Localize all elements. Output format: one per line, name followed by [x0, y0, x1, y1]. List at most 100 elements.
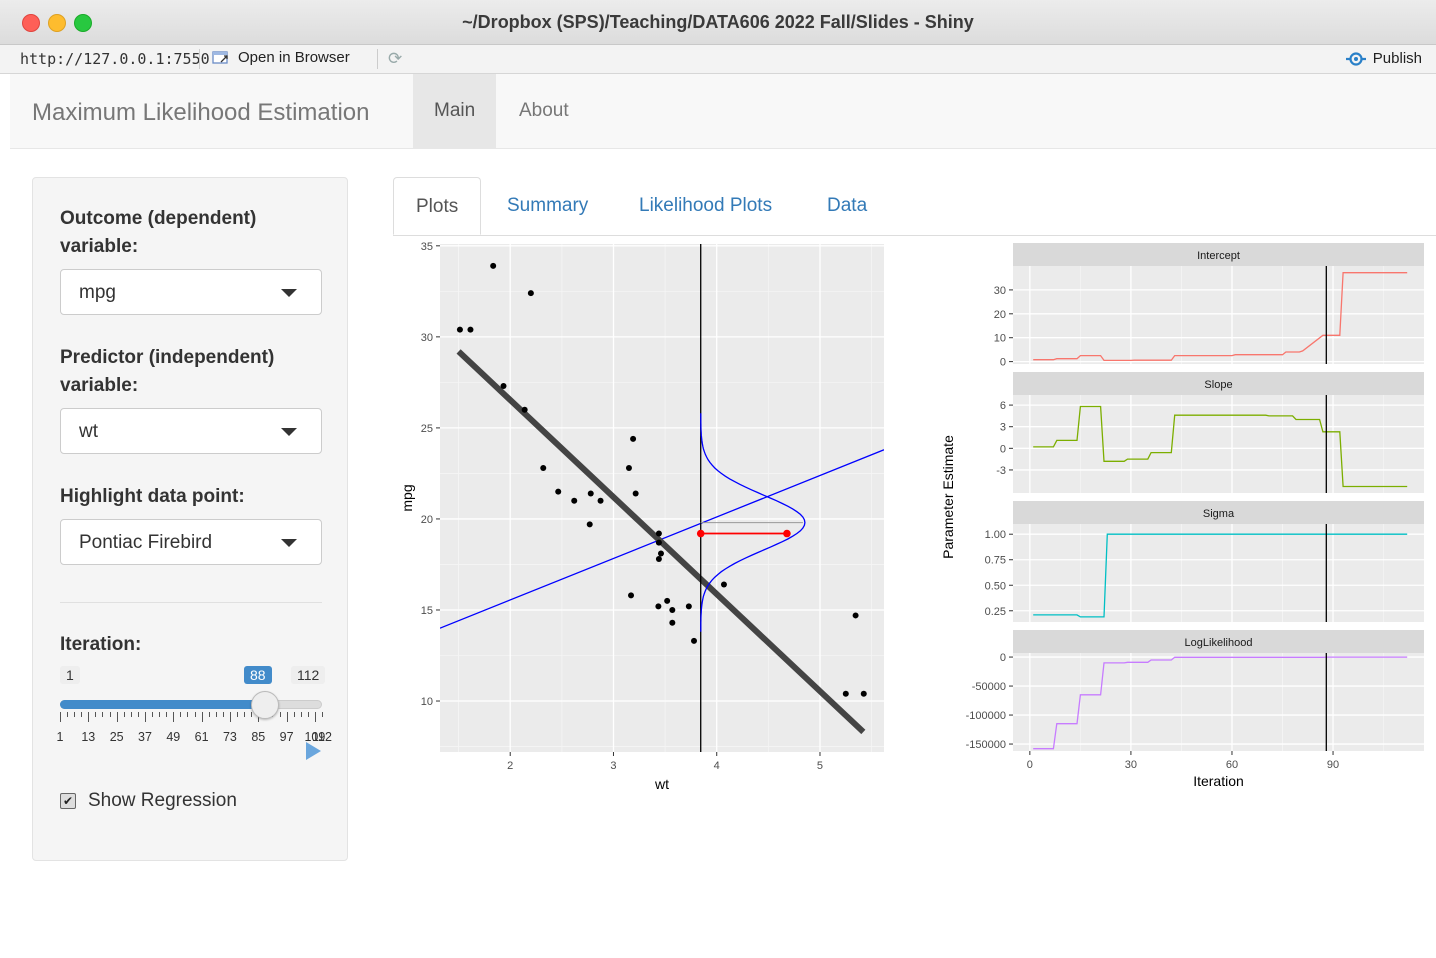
tab-summary[interactable]: Summary [485, 177, 610, 235]
data-point [587, 490, 594, 497]
data-point [720, 581, 727, 588]
slider-tick [229, 712, 231, 722]
highlight-select[interactable]: Pontiac Firebird [60, 519, 322, 565]
data-point [657, 550, 664, 557]
open-in-browser-button[interactable]: Open in Browser [212, 49, 350, 66]
data-point [625, 464, 632, 471]
slider-tick [173, 712, 175, 722]
slider-tick-label: 73 [222, 730, 237, 744]
iteration-label: Iteration: [60, 634, 142, 655]
data-point [669, 606, 676, 613]
data-point [655, 530, 662, 537]
slider-tick-label: 61 [194, 730, 209, 744]
y-tick-label: 0 [1000, 357, 1006, 369]
open-in-browser-label: Open in Browser [238, 49, 350, 66]
slider-tick [307, 712, 309, 717]
iteration-slider[interactable]: 1 88 112 1 13 25 37 49 61 73 85 97 109 112 [56, 666, 332, 760]
data-point [655, 603, 662, 610]
slider-tick [123, 712, 125, 717]
outcome-label-line2: variable: [60, 236, 139, 257]
facet-panel [1013, 653, 1424, 751]
nav-about[interactable]: About [498, 74, 590, 148]
url-display[interactable]: http://127.0.0.1:7550 [20, 50, 210, 68]
slider-tick [116, 712, 118, 722]
slider-tick [166, 712, 168, 717]
app-navbar: Maximum Likelihood Estimation Main About [10, 74, 1436, 149]
highlight-likelihood-point [783, 529, 791, 538]
x-tick-label: 4 [714, 760, 720, 772]
tab-data[interactable]: Data [805, 177, 889, 235]
y-tick-label: -150000 [966, 739, 1006, 751]
tab-likelihood-plots[interactable]: Likelihood Plots [617, 177, 794, 235]
slider-tick [144, 712, 146, 722]
outcome-label: Outcome (dependent) variable: [60, 205, 256, 261]
predictor-select[interactable]: wt [60, 408, 322, 454]
y-tick-label: 3 [1000, 422, 1006, 434]
slider-tick-label: 49 [166, 730, 181, 744]
window-titlebar: ~/Dropbox (SPS)/Teaching/DATA606 2022 Fa… [0, 0, 1436, 45]
facet-strip-label: Sigma [1203, 508, 1235, 520]
y-tick-label: 20 [994, 309, 1006, 321]
tab-plots[interactable]: Plots [393, 177, 481, 235]
chevron-down-icon [281, 539, 297, 547]
data-point [456, 326, 463, 333]
plot-panel [440, 244, 884, 752]
x-tick-label: 30 [1125, 759, 1137, 771]
data-point [630, 435, 637, 442]
highlight-label: Highlight data point: [60, 486, 245, 507]
window-title: ~/Dropbox (SPS)/Teaching/DATA606 2022 Fa… [462, 12, 974, 32]
slider-tick-label: 13 [81, 730, 96, 744]
slider-value-label: 88 [244, 666, 272, 684]
slider-tick [215, 712, 217, 717]
y-tick-label: -3 [996, 465, 1006, 477]
slider-tick [300, 712, 302, 717]
y-tick-label: 0.75 [985, 555, 1006, 567]
y-tick-label: 10 [994, 333, 1006, 345]
data-point [632, 490, 639, 497]
facet-strip-label: Intercept [1197, 250, 1240, 262]
slider-tick-label: 1 [56, 730, 64, 744]
slider-tick [180, 712, 182, 717]
data-point [597, 497, 604, 504]
toolbar-divider [199, 49, 200, 69]
y-tick-label: 6 [1000, 400, 1006, 412]
y-tick-label: 0.25 [985, 606, 1006, 618]
nav-main[interactable]: Main [413, 74, 497, 148]
slider-tick [67, 712, 69, 717]
x-tick-label: 2 [507, 760, 513, 772]
slider-tick-label: 85 [251, 730, 266, 744]
y-tick-label: 25 [421, 423, 433, 435]
slider-tick [208, 712, 210, 717]
sidebar-divider [60, 602, 322, 603]
y-tick-label: 30 [421, 332, 433, 344]
play-icon[interactable] [306, 742, 321, 760]
checkbox-icon[interactable]: ✔ [60, 793, 76, 809]
slider-tick [152, 712, 154, 717]
outcome-select[interactable]: mpg [60, 269, 322, 315]
data-point [555, 488, 562, 495]
viewer-toolbar: http://127.0.0.1:7550 Open in Browser ⟳ … [0, 45, 1436, 74]
slider-tick [279, 712, 281, 717]
data-point [467, 326, 474, 333]
y-tick-label: 1.00 [985, 529, 1006, 541]
slider-tick-label: 37 [138, 730, 152, 744]
slider-tick [81, 712, 83, 717]
show-regression-label: Show Regression [88, 790, 237, 811]
refresh-icon[interactable]: ⟳ [388, 49, 402, 69]
y-tick-label: 30 [994, 285, 1006, 297]
slider-tick [314, 712, 316, 722]
predictor-select-value: wt [79, 421, 98, 442]
y-tick-label: 35 [421, 241, 433, 253]
data-point [664, 597, 671, 604]
sidebar-panel: Outcome (dependent) variable: mpg Predic… [32, 177, 348, 861]
y-tick-label: -100000 [966, 710, 1006, 722]
app-brand[interactable]: Maximum Likelihood Estimation [32, 99, 369, 127]
slider-tick [88, 712, 90, 722]
predictor-label-line1: Predictor (independent) [60, 347, 275, 368]
show-regression-checkbox[interactable]: ✔ Show Regression [60, 790, 237, 812]
data-point [571, 497, 578, 504]
facet-panel [1013, 395, 1424, 493]
publish-button[interactable]: Publish [1345, 50, 1422, 67]
facet-panel [1013, 266, 1424, 364]
slider-tick [194, 712, 196, 717]
